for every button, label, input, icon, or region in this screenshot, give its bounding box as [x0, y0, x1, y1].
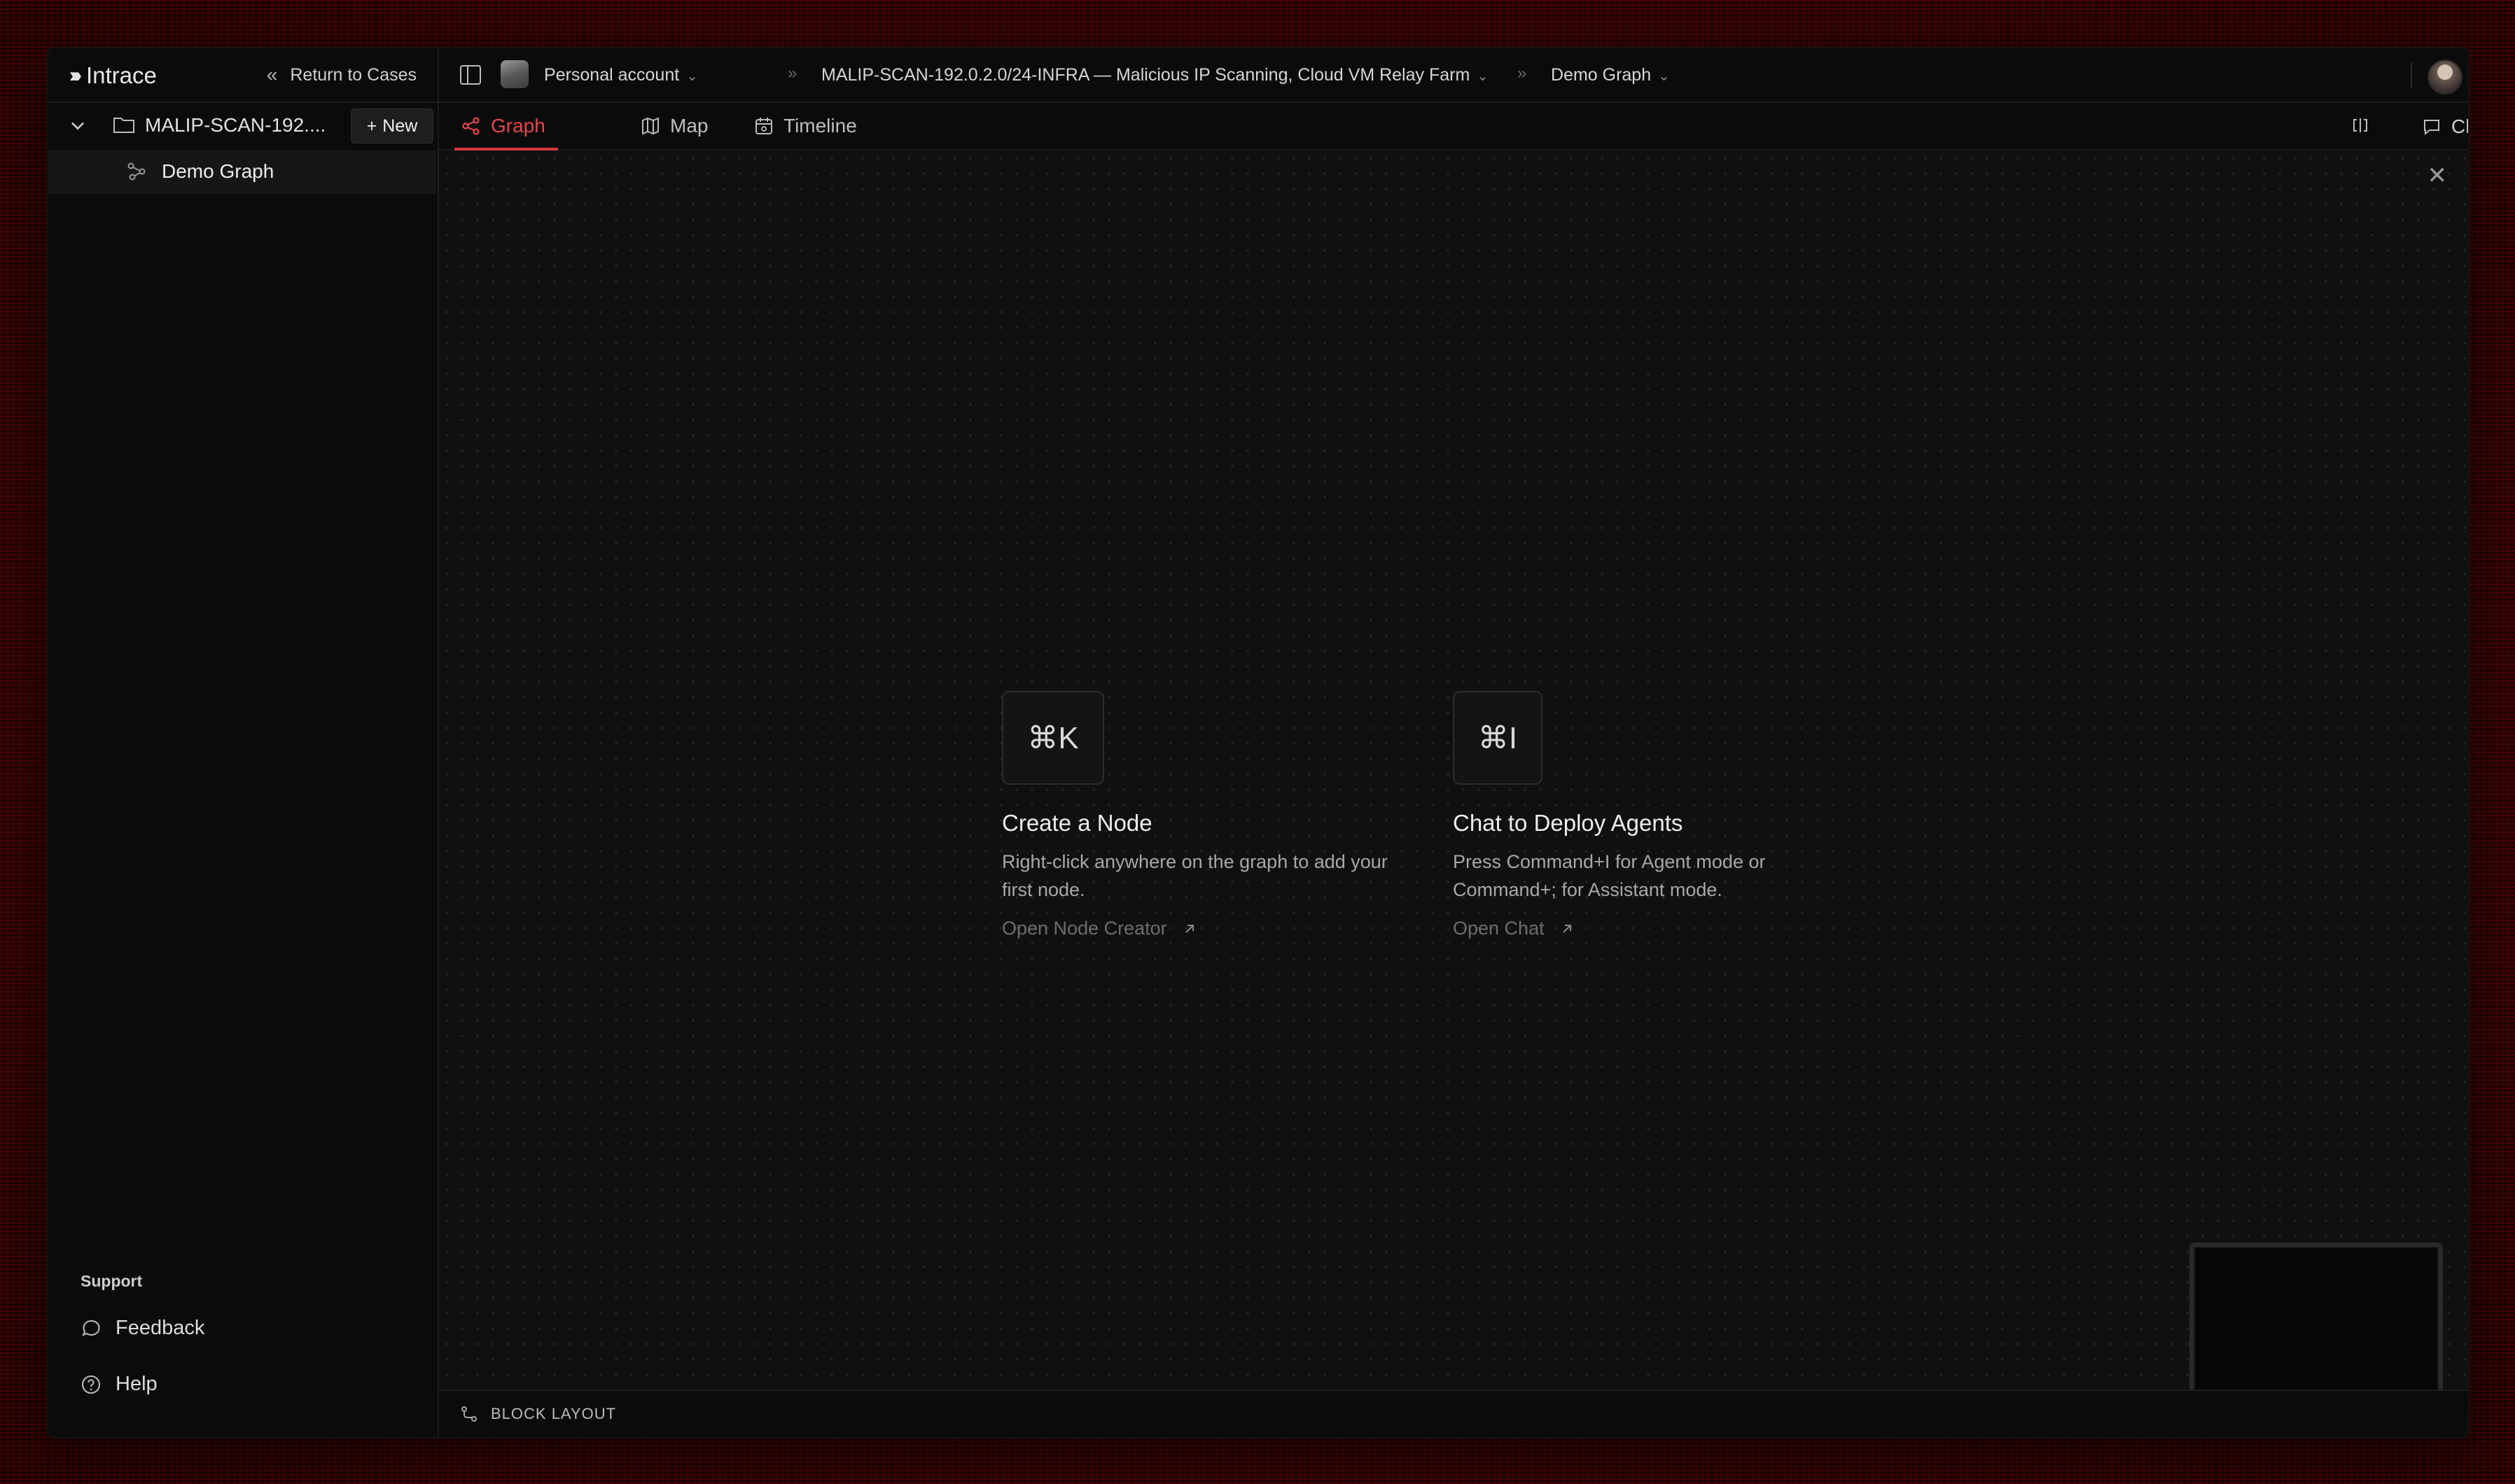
arrow-up-right-icon [1185, 924, 1194, 933]
top-bar: Personal account ⌄ » MALIP-SCAN-192.0.2.0… [439, 48, 2468, 103]
brand-name: Intrace [85, 62, 157, 88]
return-to-cases-label: Return to Cases [290, 64, 417, 85]
return-to-cases-button[interactable]: « Return to Cases [267, 64, 417, 86]
account-avatar[interactable] [501, 60, 529, 88]
brand-logo[interactable]: ››› Intrace [69, 62, 157, 89]
chat-label: Chat [2451, 115, 2468, 137]
graph-nodes-icon [127, 162, 146, 181]
chevron-down-icon[interactable] [68, 115, 88, 135]
arrow-up-right-icon [1562, 924, 1571, 933]
chat-button[interactable]: Chat [2422, 115, 2468, 138]
graph-icon [462, 117, 480, 135]
tab-map[interactable]: Map [641, 103, 708, 149]
card-description: Right-click anywhere on the graph to add… [1002, 851, 1388, 900]
graph-label: Demo Graph [1551, 65, 1652, 85]
graph-canvas[interactable]: ✕ ⌘K Create a Node Right-click anywhere … [439, 150, 2468, 1413]
layout-toggle-button[interactable] [2350, 115, 2370, 135]
calendar-icon [755, 118, 772, 134]
open-node-creator-link[interactable]: Open Node Creator [1002, 918, 1394, 939]
sidebar-toggle-icon[interactable] [459, 63, 482, 87]
shortcut-key: ⌘K [1002, 691, 1104, 785]
support-heading: Support [81, 1272, 143, 1290]
help-circle-icon [82, 1375, 100, 1394]
view-tabs: Graph Map Timeline Chat [439, 103, 2468, 150]
help-label: Help [116, 1373, 158, 1395]
case-name: MALIP-SCAN-192.... [145, 114, 326, 136]
breadcrumb-separator-icon: » [1517, 64, 1527, 83]
sidebar-header: ››› Intrace « Return to Cases [48, 48, 438, 103]
tab-graph[interactable]: Graph [454, 103, 558, 150]
tab-label: Map [670, 115, 709, 136]
chat-bubble-icon [2424, 120, 2439, 136]
tab-label: Graph [491, 115, 545, 136]
folder-icon [113, 118, 134, 133]
app-window: ››› Intrace « Return to Cases MALIP-SCAN… [48, 48, 2468, 1437]
breadcrumb-account[interactable]: Personal account ⌄ [544, 65, 698, 85]
breadcrumb-graph[interactable]: Demo Graph ⌄ [1551, 65, 1670, 85]
new-button[interactable]: + New [351, 108, 433, 144]
close-icon[interactable]: ✕ [2427, 162, 2448, 190]
card-title: Chat to Deploy Agents [1453, 810, 1683, 836]
account-label: Personal account [544, 65, 680, 85]
help-link[interactable]: Help [81, 1373, 158, 1396]
create-node-card: ⌘K Create a Node Right-click anywhere on… [1002, 691, 1394, 939]
chat-agents-card: ⌘I Chat to Deploy Agents Press Command+I… [1453, 691, 1845, 939]
user-avatar[interactable] [2427, 59, 2462, 94]
split-view-icon [2353, 118, 2367, 132]
plus-icon: + [366, 115, 377, 136]
double-chevron-left-icon: « [266, 64, 278, 85]
chevron-down-icon: ⌄ [1477, 69, 1489, 84]
layout-icon [461, 1406, 477, 1422]
sidebar-item-label: Demo Graph [162, 160, 274, 182]
link-label: Open Node Creator [1002, 918, 1167, 939]
case-full-label: MALIP-SCAN-192.0.2.0/24-INFRA — Maliciou… [821, 65, 1470, 85]
open-chat-link[interactable]: Open Chat [1453, 918, 1845, 939]
bottom-bar: BLOCK LAYOUT [439, 1390, 2468, 1437]
case-tree-row[interactable]: MALIP-SCAN-192.... + New [48, 103, 438, 149]
chevron-down-icon: ⌄ [1658, 69, 1670, 84]
feedback-label: Feedback [116, 1317, 205, 1339]
breadcrumb-case[interactable]: MALIP-SCAN-192.0.2.0/24-INFRA — Maliciou… [821, 65, 1489, 85]
sidebar: ››› Intrace « Return to Cases MALIP-SCAN… [48, 48, 439, 1437]
breadcrumb-separator-icon: » [788, 64, 797, 83]
map-icon [642, 117, 659, 135]
divider [2411, 62, 2412, 89]
sidebar-item-demo-graph[interactable]: Demo Graph [48, 150, 436, 194]
shortcut-key: ⌘I [1453, 691, 1542, 785]
block-layout-label: BLOCK LAYOUT [491, 1405, 617, 1422]
new-button-label: New [382, 115, 418, 136]
chat-bubble-icon [82, 1320, 100, 1336]
card-description: Press Command+I for Agent mode or Comman… [1453, 851, 1766, 900]
block-layout-button[interactable]: BLOCK LAYOUT [460, 1405, 616, 1423]
tab-timeline[interactable]: Timeline [754, 103, 857, 149]
chevron-down-icon: ⌄ [686, 69, 698, 84]
card-title: Create a Node [1002, 810, 1152, 836]
minimap[interactable] [2189, 1242, 2443, 1413]
feedback-link[interactable]: Feedback [81, 1317, 204, 1340]
link-label: Open Chat [1453, 918, 1545, 939]
logo-mark-icon: ››› [69, 64, 82, 87]
tab-label: Timeline [783, 115, 857, 136]
